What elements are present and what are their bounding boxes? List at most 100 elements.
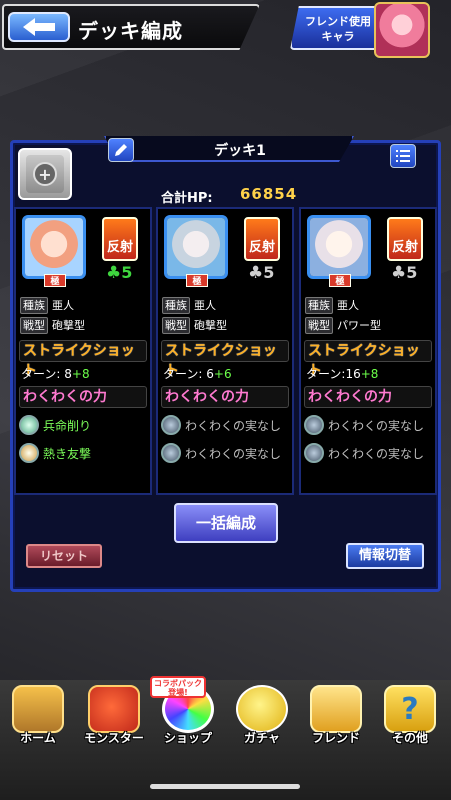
back-arrow-icon xyxy=(23,18,55,36)
ability-2-label: わくわくの実なし xyxy=(328,446,425,461)
type-value: パワー型 xyxy=(337,319,381,332)
monster-face xyxy=(310,218,368,276)
race-label: 種族 xyxy=(162,297,190,314)
race-label: 種族 xyxy=(20,297,48,314)
header: デッキ編成 フレンド使用 キャラ xyxy=(0,0,451,60)
collab-badge-line2: 登場! xyxy=(168,688,188,697)
wakuwaku-label: わくわくの力 xyxy=(304,386,432,408)
home-icon xyxy=(12,685,64,733)
type-value: 砲撃型 xyxy=(52,319,85,332)
race-value: 亜人 xyxy=(194,299,216,312)
wakuwaku-label: わくわくの力 xyxy=(161,386,289,408)
ability-2: わくわくの実なし xyxy=(161,442,281,464)
race-row: 種族 亜人 xyxy=(305,297,359,315)
friend-character-button[interactable]: フレンド使用 キャラ xyxy=(290,6,378,50)
friend-icon xyxy=(310,685,362,733)
ability-1-label: わくわくの実なし xyxy=(328,418,425,433)
type-row: 戦型 砲撃型 xyxy=(162,317,227,335)
ability-fruit-icon xyxy=(19,443,39,463)
luck-indicator: ♣5 xyxy=(106,263,132,283)
luck-value: 5 xyxy=(263,263,275,282)
kyoku-badge: 極 xyxy=(329,274,351,287)
clover-icon: ♣ xyxy=(248,263,264,283)
empty-fruit-icon xyxy=(161,443,181,463)
type-label: 戦型 xyxy=(20,317,48,334)
wakuwaku-label: わくわくの力 xyxy=(19,386,147,408)
info-toggle-button[interactable]: 情報切替 xyxy=(346,543,424,569)
monster-column-3[interactable]: 極 反射 ♣5 種族 亜人 戦型 パワー型 ストライクショット ターン:16+8 わ… xyxy=(299,207,437,495)
other-question-icon: ? xyxy=(384,685,436,733)
ability-2: 熱き友撃 xyxy=(19,442,91,464)
nav-monster-label: モンスター xyxy=(84,731,144,745)
collab-badge-line1: コラボパック xyxy=(154,679,202,688)
nav-other[interactable]: ? その他 xyxy=(374,685,446,755)
luck-indicator: ♣5 xyxy=(248,263,274,283)
monster-icon xyxy=(88,685,140,733)
gacha-egg-icon xyxy=(236,685,288,733)
ability-1: 兵命削り xyxy=(19,414,91,436)
ss-turn-plus: +8 xyxy=(360,367,379,381)
friend-button-line2: キャラ xyxy=(321,30,355,43)
reflect-type-badge: 反射 xyxy=(102,217,138,261)
nav-other-label: その他 xyxy=(391,731,428,745)
type-label: 戦型 xyxy=(162,317,190,334)
ss-turn-plus: +6 xyxy=(213,367,232,381)
ability-fruit-icon xyxy=(19,415,39,435)
bulk-edit-button[interactable]: 一括編成 xyxy=(174,503,278,543)
monster-face xyxy=(167,218,225,276)
ability-2: わくわくの実なし xyxy=(304,442,424,464)
type-value: 砲撃型 xyxy=(194,319,227,332)
monster-column-2[interactable]: 極 反射 ♣5 種族 亜人 戦型 砲撃型 ストライクショット ターン: 6+6 わく… xyxy=(156,207,294,495)
clover-icon: ♣ xyxy=(391,263,407,283)
luck-value: 5 xyxy=(121,263,133,282)
ability-1: わくわくの実なし xyxy=(304,414,424,436)
nav-friend[interactable]: フレンド xyxy=(300,685,372,755)
friend-avatar[interactable] xyxy=(374,2,430,58)
monster-portrait[interactable] xyxy=(22,215,86,279)
nav-home[interactable]: ホーム xyxy=(2,685,74,755)
deck-name: デッキ1 xyxy=(214,143,266,159)
race-value: 亜人 xyxy=(337,299,359,312)
friend-button-line1: フレンド使用 xyxy=(305,15,371,28)
ability-1: わくわくの実なし xyxy=(161,414,281,436)
page-title: デッキ編成 xyxy=(78,19,183,43)
monster-portrait[interactable] xyxy=(164,215,228,279)
strike-shot-label: ストライクショット xyxy=(304,340,432,379)
race-label: 種族 xyxy=(305,297,333,314)
home-indicator xyxy=(150,784,300,789)
monster-face xyxy=(25,218,83,276)
race-row: 種族 亜人 xyxy=(20,297,74,315)
add-helper-button[interactable]: + xyxy=(18,148,72,200)
ss-turn-base: ターン:16 xyxy=(306,367,361,381)
list-menu-icon[interactable] xyxy=(390,144,416,168)
collab-pack-badge: コラボパック 登場! xyxy=(150,676,206,698)
strike-shot-label: ストライクショット xyxy=(19,340,147,379)
ss-turn-plus: +8 xyxy=(71,367,90,381)
nav-monster[interactable]: モンスター xyxy=(78,685,150,755)
reflect-type-badge: 反射 xyxy=(387,217,423,261)
ability-1-label: わくわくの実なし xyxy=(185,418,282,433)
nav-shop-label: ショップ xyxy=(163,731,212,745)
nav-friend-label: フレンド xyxy=(311,731,360,745)
reset-button[interactable]: リセット xyxy=(26,544,102,568)
monster-column-1[interactable]: 極 反射 ♣5 種族 亜人 戦型 砲撃型 ストライクショット ターン: 8+8 わく… xyxy=(14,207,152,495)
type-row: 戦型 砲撃型 xyxy=(20,317,85,335)
empty-fruit-icon xyxy=(304,415,324,435)
clover-icon: ♣ xyxy=(106,263,122,283)
nav-gacha[interactable]: ガチャ xyxy=(226,685,298,755)
monster-portrait[interactable] xyxy=(307,215,371,279)
kyoku-badge: 極 xyxy=(186,274,208,287)
nav-gacha-label: ガチャ xyxy=(244,731,280,745)
kyoku-badge: 極 xyxy=(44,274,66,287)
total-hp-value: 66854 xyxy=(240,185,298,203)
type-row: 戦型 パワー型 xyxy=(305,317,381,335)
back-button[interactable] xyxy=(8,12,70,42)
total-hp-label: 合計HP: xyxy=(161,191,213,206)
edit-pencil-icon[interactable] xyxy=(108,138,134,162)
ability-1-label: 兵命削り xyxy=(43,418,92,433)
luck-value: 5 xyxy=(406,263,418,282)
ss-turn-base: ターン: 6 xyxy=(163,367,214,381)
race-value: 亜人 xyxy=(52,299,74,312)
luck-indicator: ♣5 xyxy=(391,263,417,283)
ss-turn: ターン:16+8 xyxy=(306,365,378,382)
